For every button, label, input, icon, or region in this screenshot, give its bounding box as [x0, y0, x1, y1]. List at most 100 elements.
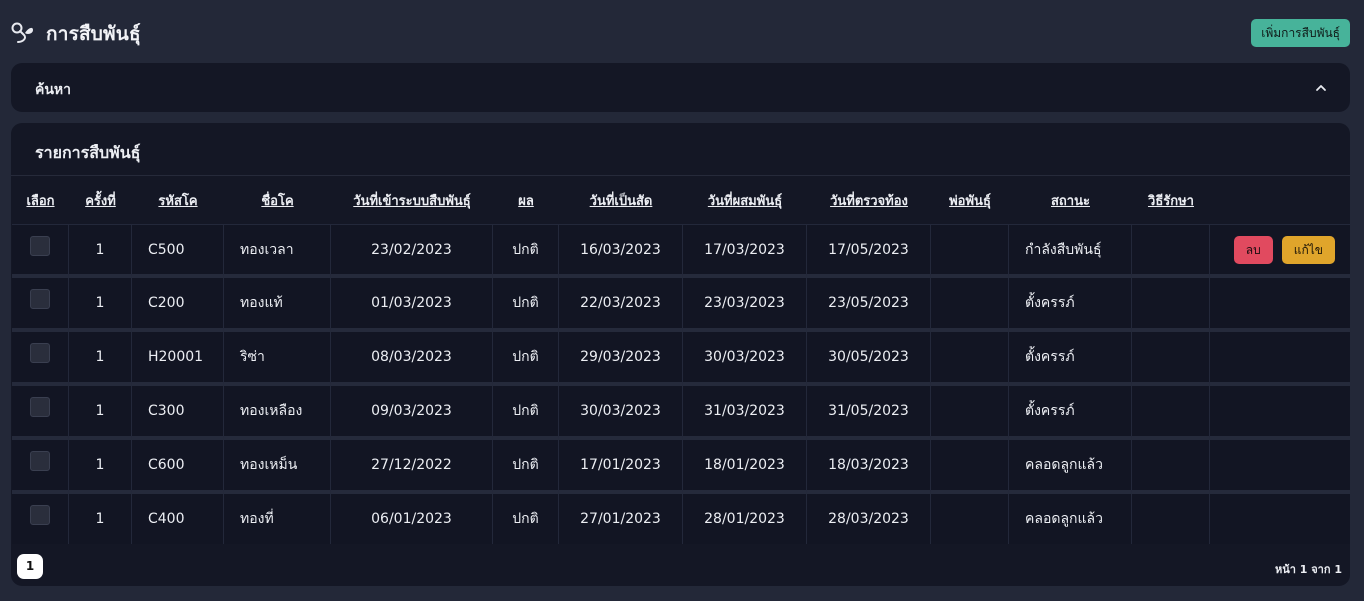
column-header-cow-code[interactable]: รหัสโค — [132, 176, 224, 224]
column-header-result[interactable]: ผล — [493, 176, 559, 224]
treatment-cell — [1132, 278, 1210, 332]
column-header-sire[interactable]: พ่อพันธุ์ — [931, 176, 1009, 224]
list-title: รายการสืบพันธุ์ — [35, 143, 141, 162]
enter-date-cell: 09/03/2023 — [331, 386, 493, 440]
sire-cell — [931, 386, 1009, 440]
result-cell: ปกติ — [493, 332, 559, 386]
breed-date-cell: 23/03/2023 — [683, 278, 807, 332]
column-header-breed-date[interactable]: วันที่ผสมพันธุ์ — [683, 176, 807, 224]
cow-code-cell: C400 — [132, 494, 224, 544]
page-1-button[interactable]: 1 — [17, 554, 43, 579]
breed-date-cell: 17/03/2023 — [683, 224, 807, 278]
round-cell: 1 — [69, 278, 132, 332]
treatment-cell — [1132, 440, 1210, 494]
row-checkbox[interactable] — [30, 397, 50, 417]
page-title: การสืบพันธุ์ — [46, 23, 141, 45]
actions-cell — [1210, 494, 1350, 544]
column-header-treatment[interactable]: วิธีรักษา — [1132, 176, 1210, 224]
breed-date-cell: 28/01/2023 — [683, 494, 807, 544]
table-row: 1 C300 ทองเหลือง 09/03/2023 ปกติ 30/03/2… — [12, 386, 1350, 440]
row-checkbox[interactable] — [30, 343, 50, 363]
page-header: การสืบพันธุ์ เพิ่มการสืบพันธุ์ — [0, 0, 1364, 63]
table-row: 1 H20001 ริซ่า 08/03/2023 ปกติ 29/03/202… — [12, 332, 1350, 386]
enter-date-cell: 08/03/2023 — [331, 332, 493, 386]
actions-cell — [1210, 332, 1350, 386]
enter-date-cell: 01/03/2023 — [331, 278, 493, 332]
treatment-cell — [1132, 332, 1210, 386]
heat-date-cell: 22/03/2023 — [559, 278, 683, 332]
cow-code-cell: C200 — [132, 278, 224, 332]
column-header-heat-date[interactable]: วันที่เป็นสัด — [559, 176, 683, 224]
cow-code-cell: C300 — [132, 386, 224, 440]
sire-cell — [931, 440, 1009, 494]
actions-cell — [1210, 440, 1350, 494]
breed-date-cell: 31/03/2023 — [683, 386, 807, 440]
select-cell — [12, 332, 69, 386]
actions-cell — [1210, 278, 1350, 332]
check-date-cell: 18/03/2023 — [807, 440, 931, 494]
breeding-table: เลือก ครั้งที่ รหัสโค ชื่อโค วันที่เข้าร… — [12, 176, 1350, 544]
cow-name-cell: ทองเหลือง — [224, 386, 331, 440]
check-date-cell: 28/03/2023 — [807, 494, 931, 544]
cow-name-cell: ทองแท้ — [224, 278, 331, 332]
round-cell: 1 — [69, 386, 132, 440]
result-cell: ปกติ — [493, 440, 559, 494]
column-header-select[interactable]: เลือก — [12, 176, 69, 224]
heat-date-cell: 29/03/2023 — [559, 332, 683, 386]
status-cell: กำลังสืบพันธุ์ — [1009, 224, 1132, 278]
row-checkbox[interactable] — [30, 505, 50, 525]
add-breeding-button[interactable]: เพิ่มการสืบพันธุ์ — [1251, 19, 1350, 47]
round-cell: 1 — [69, 440, 132, 494]
table-row: 1 C200 ทองแท้ 01/03/2023 ปกติ 22/03/2023… — [12, 278, 1350, 332]
status-cell: ตั้งครรภ์ — [1009, 386, 1132, 440]
cow-code-cell: H20001 — [132, 332, 224, 386]
result-cell: ปกติ — [493, 278, 559, 332]
breed-date-cell: 18/01/2023 — [683, 440, 807, 494]
chevron-up-icon[interactable] — [1314, 81, 1328, 95]
round-cell: 1 — [69, 494, 132, 544]
cow-name-cell: ทองที่ — [224, 494, 331, 544]
heat-date-cell: 16/03/2023 — [559, 224, 683, 278]
breeding-list-panel: รายการสืบพันธุ์ เลือก ครั้งที่ รหัสโค ชื… — [11, 123, 1350, 586]
column-header-round[interactable]: ครั้งที่ — [69, 176, 132, 224]
sire-cell — [931, 224, 1009, 278]
cow-code-cell: C500 — [132, 224, 224, 278]
sire-cell — [931, 278, 1009, 332]
status-cell: ตั้งครรภ์ — [1009, 332, 1132, 386]
cow-code-cell: C600 — [132, 440, 224, 494]
round-cell: 1 — [69, 224, 132, 278]
actions-cell — [1210, 386, 1350, 440]
breed-date-cell: 30/03/2023 — [683, 332, 807, 386]
treatment-cell — [1132, 494, 1210, 544]
sire-cell — [931, 332, 1009, 386]
row-checkbox[interactable] — [30, 235, 50, 256]
table-row: 1 C400 ทองที่ 06/01/2023 ปกติ 27/01/2023… — [12, 494, 1350, 544]
sperm-icon — [11, 22, 33, 43]
row-checkbox[interactable] — [30, 289, 50, 309]
heat-date-cell: 30/03/2023 — [559, 386, 683, 440]
column-header-enter-date[interactable]: วันที่เข้าระบบสืบพันธุ์ — [331, 176, 493, 224]
column-header-cow-name[interactable]: ชื่อโค — [224, 176, 331, 224]
check-date-cell: 31/05/2023 — [807, 386, 931, 440]
enter-date-cell: 23/02/2023 — [331, 224, 493, 278]
heat-date-cell: 17/01/2023 — [559, 440, 683, 494]
check-date-cell: 30/05/2023 — [807, 332, 931, 386]
search-title: ค้นหา — [35, 82, 72, 98]
check-date-cell: 23/05/2023 — [807, 278, 931, 332]
search-panel[interactable]: ค้นหา — [11, 63, 1350, 112]
enter-date-cell: 06/01/2023 — [331, 494, 493, 544]
treatment-cell — [1132, 386, 1210, 440]
select-cell — [12, 440, 69, 494]
edit-button[interactable]: แก้ไข — [1281, 235, 1335, 264]
select-cell — [12, 278, 69, 332]
select-cell — [12, 224, 69, 278]
select-cell — [12, 494, 69, 544]
cow-name-cell: ทองเวลา — [224, 224, 331, 278]
enter-date-cell: 27/12/2022 — [331, 440, 493, 494]
column-header-check-date[interactable]: วันที่ตรวจท้อง — [807, 176, 931, 224]
table-row: 1 C600 ทองเหม็น 27/12/2022 ปกติ 17/01/20… — [12, 440, 1350, 494]
result-cell: ปกติ — [493, 386, 559, 440]
column-header-status[interactable]: สถานะ — [1009, 176, 1132, 224]
delete-button[interactable]: ลบ — [1233, 235, 1273, 264]
row-checkbox[interactable] — [30, 451, 50, 471]
